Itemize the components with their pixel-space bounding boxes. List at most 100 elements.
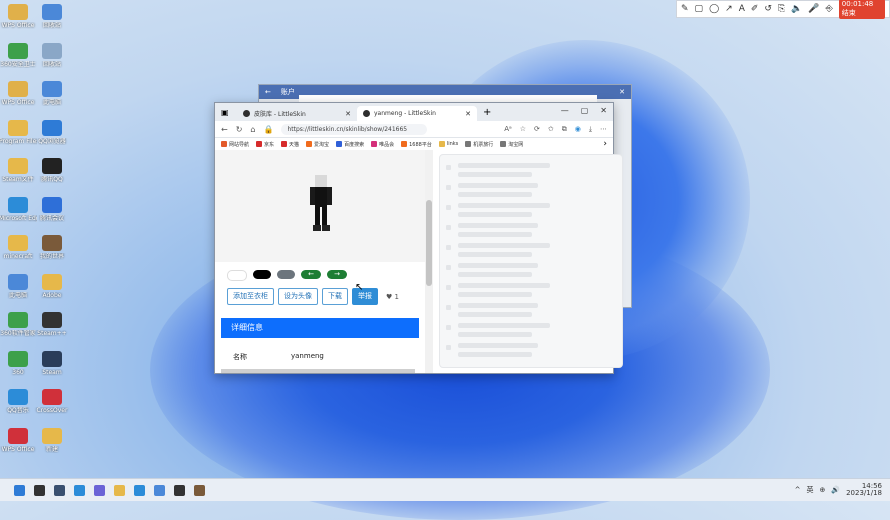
profile-icon[interactable]: ◉ bbox=[575, 125, 581, 133]
desktop-icon[interactable]: Adobe bbox=[34, 273, 70, 299]
recorder-tool-icon[interactable]: 🔈 bbox=[791, 4, 802, 14]
desktop-icon[interactable]: 360软件管家 bbox=[0, 312, 36, 337]
gray-swatch[interactable] bbox=[277, 270, 295, 279]
desktop-icon[interactable]: 360 bbox=[0, 350, 36, 376]
desktop-icon[interactable]: minecraft bbox=[0, 235, 36, 260]
bookmarks-overflow-icon[interactable]: › bbox=[603, 139, 607, 149]
bookmark-item[interactable]: 爱淘宝 bbox=[306, 141, 329, 148]
bookmark-item[interactable]: 1688平台 bbox=[401, 141, 432, 148]
desktop-icon[interactable]: QQ音乐 bbox=[0, 389, 36, 414]
bookmark-item[interactable]: links bbox=[438, 141, 458, 147]
black-swatch[interactable] bbox=[253, 270, 271, 279]
desktop-icon[interactable]: WPS Office bbox=[0, 427, 36, 453]
start-taskbar-icon[interactable] bbox=[14, 484, 25, 496]
new-tab-button[interactable]: + bbox=[477, 107, 497, 118]
store-taskbar-icon[interactable] bbox=[154, 484, 165, 496]
desktop-icon[interactable]: 回收站 bbox=[34, 42, 70, 68]
tab-skinlib[interactable]: 皮肤库 - LittleSkin ✕ bbox=[237, 106, 357, 121]
like-count[interactable]: ♥ 1 bbox=[386, 293, 399, 301]
refresh-ext-icon[interactable]: ⟳ bbox=[534, 125, 540, 133]
recorder-tool-icon[interactable]: ✎ bbox=[681, 4, 689, 14]
horizontal-scrollbar[interactable] bbox=[221, 369, 415, 373]
bookmark-item[interactable]: 唯品会 bbox=[371, 141, 394, 148]
rotate-right-button[interactable]: → bbox=[327, 270, 347, 279]
desktop-icon[interactable]: 360安全卫士 bbox=[0, 42, 36, 68]
desktop-icon[interactable]: Steam文件 bbox=[0, 158, 36, 183]
search-taskbar-icon[interactable] bbox=[34, 484, 45, 496]
bookmark-item[interactable]: 天猫 bbox=[281, 141, 299, 148]
close-icon[interactable]: ✕ bbox=[465, 110, 471, 118]
bookmark-item[interactable]: 淘宝网 bbox=[500, 141, 523, 148]
download-button[interactable]: 下载 bbox=[322, 288, 348, 305]
desktop-icon[interactable]: 新建 bbox=[34, 427, 70, 453]
back-arrow-icon[interactable]: ← bbox=[265, 88, 271, 96]
desktop-icon[interactable]: 此电脑 bbox=[0, 273, 36, 299]
recorder-tool-icon[interactable]: ↗ bbox=[725, 4, 733, 14]
favorite-star-icon[interactable]: ☆ bbox=[520, 125, 526, 133]
bookmark-item[interactable]: 机票旅行 bbox=[465, 141, 493, 148]
edge-taskbar-icon[interactable] bbox=[134, 484, 145, 496]
minecraft-taskbar-icon[interactable] bbox=[194, 484, 205, 496]
desktop-icon[interactable]: Program Files bbox=[0, 119, 37, 145]
home-button[interactable]: ⌂ bbox=[250, 125, 255, 134]
tab-yanmeng[interactable]: yanmeng - LittleSkin ✕ bbox=[357, 106, 477, 121]
tray-icon[interactable]: ⊕ bbox=[820, 486, 826, 494]
favorites-icon[interactable]: ✩ bbox=[548, 125, 554, 133]
read-aloud-icon[interactable]: Aᵃ bbox=[504, 125, 512, 133]
rotate-left-button[interactable]: ← bbox=[301, 270, 321, 279]
taskview-taskbar-icon[interactable] bbox=[54, 484, 65, 496]
desktop-icon[interactable]: 腾讯会议 bbox=[34, 196, 70, 222]
desktop-icon[interactable]: Microsoft Edge bbox=[0, 196, 37, 222]
qq-taskbar-icon[interactable] bbox=[174, 484, 185, 496]
download-icon[interactable]: ⤓ bbox=[589, 125, 592, 134]
back-button[interactable]: ← bbox=[221, 125, 228, 134]
desktop-icon[interactable]: 腾讯QQ bbox=[34, 158, 70, 183]
close-icon[interactable]: ✕ bbox=[345, 110, 351, 118]
browser-window[interactable]: ▣ 皮肤库 - LittleSkin ✕ yanmeng - LittleSki… bbox=[214, 102, 623, 374]
tray-icon[interactable]: 英 bbox=[807, 485, 814, 495]
maximize-button[interactable]: ▢ bbox=[581, 106, 589, 115]
tray-icon[interactable]: ^ bbox=[795, 486, 801, 494]
recorder-tool-icon[interactable]: A bbox=[739, 4, 745, 14]
bookmark-item[interactable]: 京东 bbox=[256, 141, 274, 148]
recorder-tool-icon[interactable]: ✐ bbox=[751, 4, 759, 14]
recorder-tool-icon[interactable]: ↺ bbox=[764, 4, 772, 14]
desktop-icon[interactable]: Steam bbox=[34, 350, 70, 376]
vertical-scrollbar[interactable] bbox=[425, 150, 433, 373]
desktop-icon[interactable]: WPS Office bbox=[0, 4, 36, 29]
recorder-tool-icon[interactable]: ⎆ bbox=[826, 4, 833, 14]
tab-actions-icon[interactable]: ▣ bbox=[215, 108, 237, 117]
desktop-icon[interactable]: CrossOver bbox=[34, 389, 70, 414]
collections-icon[interactable]: ⧉ bbox=[562, 125, 567, 134]
close-icon[interactable]: ✕ bbox=[619, 88, 625, 96]
skin-preview[interactable] bbox=[215, 150, 425, 262]
tray-icon[interactable]: 🔊 bbox=[831, 486, 840, 494]
chat-taskbar-icon[interactable] bbox=[94, 484, 105, 496]
recorder-tool-icon[interactable]: ⎘ bbox=[778, 4, 785, 14]
minimize-button[interactable]: — bbox=[561, 106, 569, 115]
add-to-wardrobe-button[interactable]: 添加至衣柜 bbox=[227, 288, 274, 305]
desktop-icon[interactable]: 我的世界 bbox=[34, 235, 70, 260]
recorder-tool-icon[interactable]: 🎤 bbox=[808, 4, 819, 14]
desktop-icon[interactable]: 此电脑 bbox=[34, 81, 70, 106]
recorder-tool-icon[interactable]: ◯ bbox=[709, 4, 719, 14]
explorer-taskbar-icon[interactable] bbox=[114, 484, 125, 496]
more-icon[interactable]: ⋯ bbox=[600, 125, 607, 133]
desktop-icon[interactable]: QQ浏览器 bbox=[34, 119, 70, 145]
desktop-icon[interactable]: Steam++ bbox=[34, 312, 70, 337]
scrollbar-thumb[interactable] bbox=[426, 200, 432, 286]
recording-stop-button[interactable]: 00:01:48 结束 bbox=[838, 0, 885, 19]
close-button[interactable]: ✕ bbox=[600, 106, 607, 115]
set-avatar-button[interactable]: 设为头像 bbox=[278, 288, 318, 305]
bookmark-item[interactable]: 网站导航 bbox=[221, 141, 249, 148]
clock[interactable]: 14:56 2023/1/18 bbox=[846, 483, 882, 497]
desktop-icon[interactable]: 回收站 bbox=[34, 4, 70, 29]
refresh-button[interactable]: ↻ bbox=[236, 125, 243, 134]
white-swatch[interactable] bbox=[227, 270, 247, 281]
widgets-taskbar-icon[interactable] bbox=[74, 484, 85, 496]
url-input[interactable]: https://littleskin.cn/skinlib/show/24166… bbox=[281, 123, 428, 135]
recorder-tool-icon[interactable]: ▢ bbox=[695, 4, 704, 14]
desktop-icon[interactable]: WPS Office bbox=[0, 81, 36, 106]
desktop-icon-label: Adobe bbox=[42, 291, 62, 299]
bookmark-item[interactable]: 百度搜索 bbox=[336, 141, 364, 148]
